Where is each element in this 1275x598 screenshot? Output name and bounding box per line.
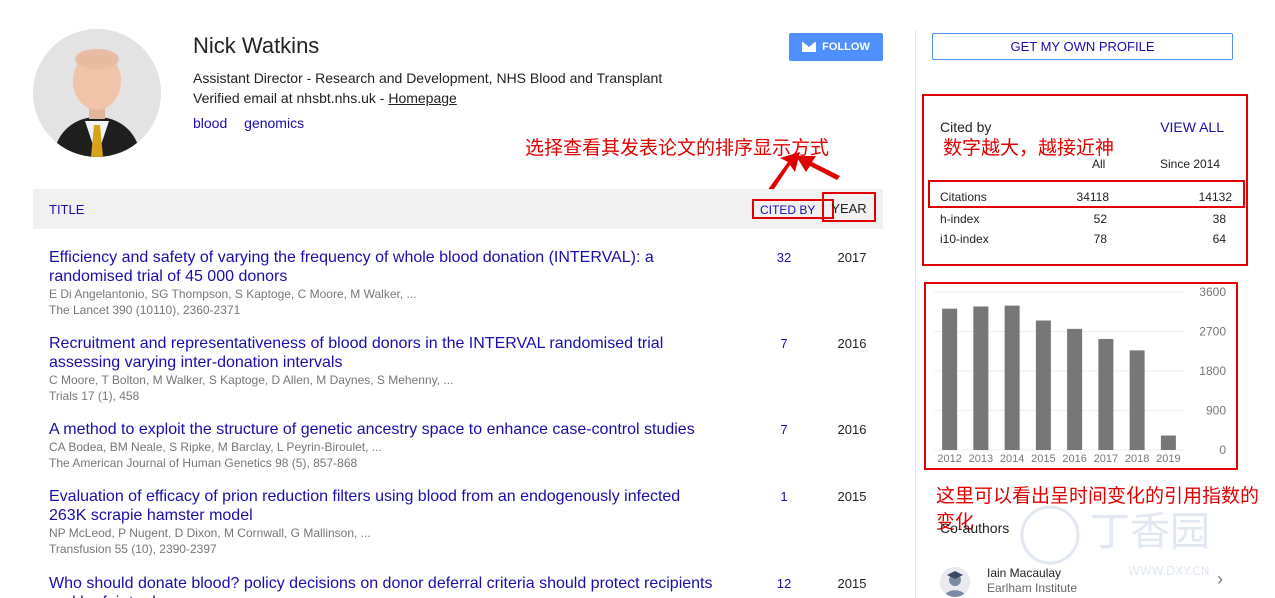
- profile-affiliation: Assistant Director - Research and Develo…: [193, 70, 663, 86]
- x-tick-label: 2017: [1094, 453, 1118, 465]
- article-venue: Transfusion 55 (10), 2390-2397: [49, 542, 217, 556]
- cited-by-panel: Cited by VIEW ALL All Since 2014 Citatio…: [922, 94, 1248, 266]
- watermark: 丁香园 WWW.DXY.CN: [1010, 495, 1260, 590]
- y-tick-label: 3600: [1199, 285, 1226, 299]
- metric-row-citations: Citations 34118 14132: [928, 180, 1245, 208]
- article-cited-count[interactable]: 7: [749, 420, 819, 439]
- metric-name[interactable]: i10-index: [940, 232, 989, 246]
- bar-2015[interactable]: [1035, 320, 1051, 450]
- article-cited-count[interactable]: 32: [749, 248, 819, 267]
- follow-label: FOLLOW: [822, 41, 870, 53]
- x-tick-label: 2015: [1031, 453, 1055, 465]
- profile-photo: [33, 29, 161, 157]
- metric-all: 34118: [1076, 190, 1109, 204]
- index-annotation: 数字越大，越接近神: [943, 137, 1115, 159]
- bar-2019[interactable]: [1160, 435, 1176, 450]
- article-title[interactable]: Evaluation of efficacy of prion reductio…: [49, 487, 719, 525]
- y-tick-label: 1800: [1199, 364, 1226, 378]
- arrow-to-year: [796, 156, 840, 180]
- tag-genomics[interactable]: genomics: [244, 115, 304, 131]
- metric-since: 38: [1212, 212, 1226, 226]
- article-cited-count[interactable]: 12: [749, 574, 819, 593]
- view-all-link[interactable]: VIEW ALL: [1160, 119, 1224, 135]
- title-column-header[interactable]: TITLE: [49, 202, 84, 217]
- metric-row-i10-index: i10-index 78 64: [932, 229, 1232, 249]
- article-venue: The American Journal of Human Genetics 9…: [49, 456, 358, 470]
- y-tick-label: 900: [1206, 404, 1226, 418]
- profile-name: Nick Watkins: [193, 33, 320, 58]
- bar-2014[interactable]: [1004, 305, 1020, 450]
- x-tick-label: 2014: [1000, 453, 1024, 465]
- citations-histogram: 3600 2700 1800 900 0 2012 2013 2014 2015 2016 2017…: [934, 285, 1226, 465]
- x-tick-label: 2019: [1156, 453, 1180, 465]
- x-tick-label: 2018: [1125, 453, 1149, 465]
- article-row: Who should donate blood? policy decision…: [49, 574, 879, 598]
- article-year: 2015: [837, 489, 867, 504]
- metric-since: 64: [1212, 232, 1226, 246]
- watermark-logo: 丁香园: [1090, 509, 1210, 555]
- y-tick-label: 2700: [1199, 325, 1226, 339]
- y-tick-label: 0: [1219, 443, 1226, 457]
- article-cited-count[interactable]: 7: [749, 334, 819, 353]
- article-title[interactable]: Who should donate blood? policy decision…: [49, 574, 719, 598]
- follow-button[interactable]: FOLLOW: [789, 33, 883, 61]
- article-cited-count[interactable]: 1: [749, 487, 819, 506]
- citations-histogram-panel: 3600 2700 1800 900 0 2012 2013 2014 2015 2016 2017…: [924, 282, 1238, 470]
- research-tags: blood genomics: [193, 115, 317, 131]
- article-row: Evaluation of efficacy of prion reductio…: [49, 487, 879, 557]
- year-column-header[interactable]: YEAR: [822, 192, 876, 222]
- article-authors: E Di Angelantonio, SG Thompson, S Kaptog…: [49, 287, 417, 301]
- article-authors: NP McLeod, P Nugent, D Dixon, M Cornwall…: [49, 526, 371, 540]
- article-row: Efficiency and safety of varying the fre…: [49, 248, 879, 318]
- article-authors: C Moore, T Bolton, M Walker, S Kaptoge, …: [49, 373, 454, 387]
- watermark-url: WWW.DXY.CN: [1128, 564, 1210, 578]
- x-tick-label: 2013: [969, 453, 993, 465]
- homepage-link[interactable]: Homepage: [388, 90, 457, 106]
- article-row: Recruitment and representativeness of bl…: [49, 334, 879, 404]
- bar-2016[interactable]: [1067, 328, 1083, 450]
- article-year: 2015: [837, 576, 867, 591]
- x-tick-label: 2012: [937, 453, 961, 465]
- get-my-own-profile-button[interactable]: GET MY OWN PROFILE: [932, 33, 1233, 60]
- metric-all: 52: [1093, 212, 1107, 226]
- column-since-label: Since 2014: [1160, 157, 1221, 171]
- metric-row-h-index: h-index 52 38: [932, 209, 1232, 229]
- metric-name[interactable]: h-index: [940, 212, 979, 226]
- article-venue: The Lancet 390 (10110), 2360-2371: [49, 303, 241, 317]
- bar-2017[interactable]: [1098, 338, 1114, 450]
- bar-2018[interactable]: [1129, 350, 1145, 450]
- verified-email: Verified email at nhsbt.nhs.uk - Homepag…: [193, 90, 457, 106]
- coauthors-title: Co-authors: [940, 520, 1010, 536]
- tag-blood[interactable]: blood: [193, 115, 227, 131]
- article-title[interactable]: A method to exploit the structure of gen…: [49, 420, 719, 439]
- article-title[interactable]: Efficiency and safety of varying the fre…: [49, 248, 719, 286]
- metric-name[interactable]: Citations: [940, 190, 987, 204]
- metric-since: 14132: [1198, 190, 1232, 204]
- coauthor-avatar: [940, 567, 970, 597]
- article-venue: Trials 17 (1), 458: [49, 389, 140, 403]
- metric-all: 78: [1093, 232, 1107, 246]
- article-year: 2016: [837, 422, 867, 437]
- sidebar-divider: [915, 30, 916, 598]
- article-year: 2016: [837, 336, 867, 351]
- mail-icon: [802, 42, 817, 52]
- x-tick-label: 2016: [1062, 453, 1086, 465]
- article-title[interactable]: Recruitment and representativeness of bl…: [49, 334, 719, 372]
- article-authors: CA Bodea, BM Neale, S Ripke, M Barclay, …: [49, 440, 382, 454]
- article-year: 2017: [837, 250, 867, 265]
- verified-email-text: Verified email at nhsbt.nhs.uk -: [193, 90, 389, 106]
- bar-2013[interactable]: [973, 306, 989, 450]
- bar-2012[interactable]: [942, 308, 958, 450]
- articles-table-header: TITLE CITED BY YEAR: [33, 189, 883, 229]
- article-row: A method to exploit the structure of gen…: [49, 420, 879, 471]
